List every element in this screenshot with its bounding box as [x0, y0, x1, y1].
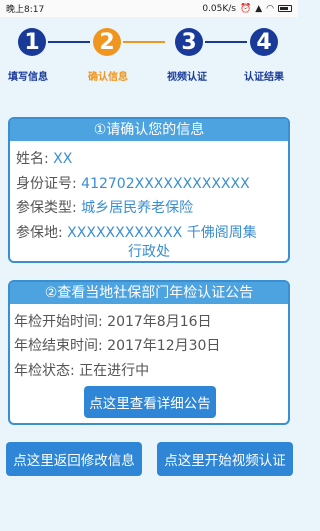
end-time-row: 年检结束时间: 2017年12月30日: [14, 335, 220, 355]
type-row: 参保类型: 城乡居民养老保险: [16, 197, 193, 217]
id-label: 身份证号:: [16, 176, 77, 192]
step-3-label: 视频认证: [167, 72, 207, 83]
alarm-icon: ⏰: [240, 3, 252, 14]
step-1-label: 填写信息: [8, 72, 48, 83]
start-time-value: 2017年8月16日: [107, 314, 212, 330]
confirm-panel-title: ①请确认您的信息: [10, 119, 288, 141]
place-value: XXXXXXXXXXXX 千佛阁周集: [67, 225, 257, 241]
name-row: 姓名: XX: [16, 148, 72, 168]
network-speed: 0.05K/s: [202, 3, 236, 14]
status-time: 晚上8:17: [6, 5, 45, 15]
place-label: 参保地:: [16, 225, 63, 241]
status-value: 正在进行中: [79, 363, 150, 379]
step-4-circle: 4: [250, 28, 278, 56]
annual-check-notice-panel: ②查看当地社保部门年检认证公告 年检开始时间: 2017年8月16日 年检结束时…: [8, 280, 290, 425]
id-value: 412702XXXXXXXXXXXX: [81, 176, 250, 192]
name-value: XX: [53, 151, 73, 167]
wifi-icon: ◠: [266, 3, 274, 14]
start-time-label: 年检开始时间:: [14, 314, 103, 330]
end-time-value: 2017年12月30日: [107, 338, 221, 354]
view-detail-notice-button[interactable]: 点这里查看详细公告: [84, 386, 216, 418]
place-row: 参保地: XXXXXXXXXXXX 千佛阁周集: [16, 222, 257, 242]
start-time-row: 年检开始时间: 2017年8月16日: [14, 311, 212, 331]
status-bar: 晚上8:17 0.05K/s ⏰ ▲ ◠: [0, 0, 298, 17]
step-connector: [205, 41, 247, 43]
id-row: 身份证号: 412702XXXXXXXXXXXX: [16, 173, 250, 193]
step-4-label: 认证结果: [244, 72, 284, 83]
end-time-label: 年检结束时间:: [14, 338, 103, 354]
start-video-auth-button[interactable]: 点这里开始视频认证: [157, 442, 293, 476]
battery-icon: [278, 5, 292, 12]
step-connector: [123, 41, 165, 43]
confirm-info-panel: ①请确认您的信息 姓名: XX 身份证号: 412702XXXXXXXXXXXX…: [8, 117, 290, 263]
step-1-circle: 1: [18, 28, 46, 56]
signal-icon: ▲: [255, 3, 263, 14]
notice-panel-title: ②查看当地社保部门年检认证公告: [10, 282, 288, 304]
place-value-continued: 行政处: [128, 244, 170, 260]
status-row: 年检状态: 正在进行中: [14, 360, 149, 380]
progress-steps: 1 2 3 4 填写信息 确认信息 视频认证 认证结果: [0, 28, 298, 88]
step-2-circle: 2: [93, 28, 121, 56]
type-label: 参保类型:: [16, 200, 77, 216]
step-2-label: 确认信息: [88, 72, 128, 83]
type-value: 城乡居民养老保险: [81, 200, 194, 216]
back-edit-info-button[interactable]: 点这里返回修改信息: [6, 442, 142, 476]
status-icons: 0.05K/s ⏰ ▲ ◠: [202, 4, 292, 14]
step-connector: [48, 41, 90, 43]
step-3-circle: 3: [175, 28, 203, 56]
status-label: 年检状态:: [14, 363, 75, 379]
name-label: 姓名:: [16, 151, 49, 167]
